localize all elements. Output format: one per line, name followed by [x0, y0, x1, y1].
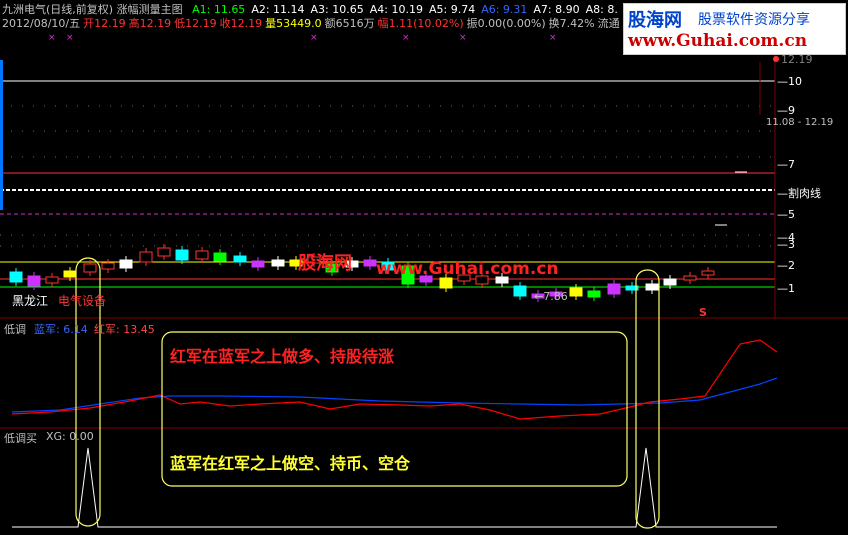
- axis-tick-label: —1: [777, 282, 795, 295]
- event-markers: × × × × × ×: [48, 33, 557, 43]
- note-long: 红军在蓝军之上做多、持股待涨: [170, 347, 395, 366]
- axis-tick-label: —7: [777, 158, 795, 171]
- candle-body: [175, 249, 189, 261]
- watermark-brand: 股海网: [628, 10, 682, 31]
- candle-body: [439, 277, 453, 289]
- quote-field: 换7.42%: [548, 17, 595, 30]
- candle-body: [701, 270, 715, 276]
- candle-body: [195, 250, 209, 260]
- quote-field: 幅1.11(10.02%): [377, 17, 464, 30]
- svg-text:×: ×: [48, 33, 56, 43]
- candle-body: [63, 270, 77, 278]
- price-marker-dot: [773, 56, 779, 62]
- axis-tick-label: —2: [777, 259, 795, 272]
- candle-body: [513, 285, 527, 297]
- blue-army-line: [11, 377, 778, 413]
- candle-body: [101, 262, 115, 270]
- low-price-label: ←7.86: [534, 290, 568, 303]
- quote-field: 高12.19: [128, 17, 172, 30]
- axis-tick-label: —10: [777, 75, 802, 88]
- candle-body: [233, 255, 247, 263]
- svg-text:×: ×: [310, 33, 318, 43]
- overlay-watermark-cn: 股海网: [298, 253, 352, 274]
- watermark-slogan: 股票软件资源分享: [698, 12, 810, 28]
- quote-field: 2012/08/10/五: [2, 17, 81, 30]
- axis-tick-label: —割肉线: [777, 187, 821, 200]
- candle-body: [119, 259, 133, 269]
- candle-body: [45, 276, 59, 284]
- candle-body: [663, 278, 677, 286]
- axis-tick-label: 12.19: [781, 53, 813, 66]
- watermark-url: www.Guhai.com.cn: [628, 31, 808, 51]
- candle-body: [157, 247, 171, 257]
- quote-field: 低12.19: [174, 17, 217, 30]
- candle-body: [27, 275, 41, 287]
- axis-tick-label: —9: [777, 104, 795, 117]
- left-tab-strip[interactable]: [0, 60, 4, 210]
- candlestick-series: [9, 244, 715, 302]
- quote-field: 开12.19: [83, 17, 126, 30]
- svg-text:×: ×: [459, 33, 467, 43]
- axis-tick-label: —3: [777, 238, 795, 251]
- red-army-line: [11, 339, 778, 420]
- xg-value: XG: 0.00: [46, 430, 94, 443]
- signal-panel-name: 低调买: [4, 432, 37, 445]
- date-range: 11.08 - 12.19: [766, 117, 834, 128]
- overlay-watermark-url: www.Guhai.com.cn: [376, 259, 559, 279]
- sell-signal-label: S: [699, 306, 707, 319]
- candle-body: [9, 271, 23, 283]
- candle-body: [587, 290, 601, 298]
- sector-label: 电气设备: [58, 294, 107, 308]
- indicator-panel-name: 低调: [4, 323, 26, 336]
- signal-highlight-oval: [635, 269, 660, 529]
- candle-body: [683, 275, 697, 281]
- candle-body: [213, 252, 227, 262]
- svg-text:×: ×: [402, 33, 410, 43]
- quote-field: 收12.19: [219, 17, 263, 30]
- red-army-value: 红军: 13.45: [94, 323, 155, 336]
- blue-army-value: 蓝军: 6.14: [34, 323, 88, 336]
- quote-field: 量53449.0: [265, 17, 322, 30]
- quote-field: 流通: [597, 17, 620, 30]
- candle-body: [83, 263, 97, 273]
- quote-field: 额6516万: [324, 17, 375, 30]
- candle-body: [363, 259, 377, 267]
- watermark-logo: 股海网 股票软件资源分享 www.Guhai.com.cn: [623, 3, 846, 55]
- svg-text:×: ×: [549, 33, 557, 43]
- candle-body: [645, 283, 659, 291]
- svg-text:×: ×: [66, 33, 74, 43]
- note-short: 蓝军在红军之上做空、持币、空仓: [170, 454, 411, 473]
- candle-body: [139, 251, 153, 263]
- quote-line: 2012/08/10/五 开12.19 高12.19 低12.19 收12.19 量534…: [2, 15, 623, 31]
- quote-field: 振0.00(0.00%): [466, 17, 546, 30]
- region-label: 黑龙江: [12, 294, 49, 308]
- candle-body: [569, 287, 583, 297]
- axis-tick-label: —5: [777, 208, 795, 221]
- candle-body: [251, 260, 265, 268]
- candle-body: [607, 283, 621, 295]
- candle-body: [271, 259, 285, 267]
